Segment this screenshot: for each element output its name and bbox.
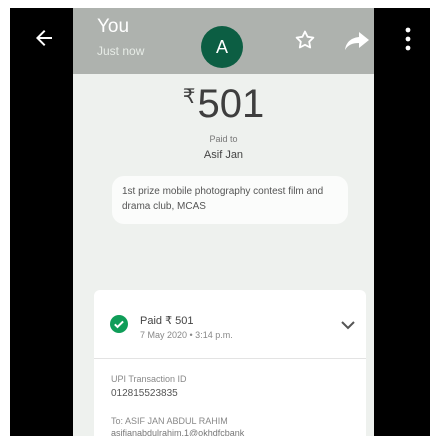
status-label: Paid ₹ 501: [140, 315, 194, 327]
payment-note: 1st prize mobile photography contest fil…: [112, 176, 348, 224]
page-title: You: [97, 16, 130, 37]
more-vert-icon[interactable]: [402, 26, 414, 52]
payee-name: Asif Jan: [203, 149, 244, 161]
check-circle-icon: [110, 315, 128, 333]
recipient-vpa: asifjanabdulrahim.1@okhdfcbank: [111, 428, 245, 436]
page-subtitle: Just now: [97, 44, 145, 58]
currency-symbol: ₹: [182, 86, 196, 108]
details-card: [94, 290, 366, 436]
chevron-down-icon[interactable]: [341, 320, 355, 330]
avatar[interactable]: A: [201, 26, 243, 68]
upi-transaction-id: 012815523835: [111, 388, 178, 399]
share-icon[interactable]: [343, 30, 371, 52]
back-arrow-icon[interactable]: [32, 26, 56, 50]
divider: [94, 358, 366, 359]
amount-value: 501: [197, 82, 265, 126]
screen-frame: You Just now A ₹501 Paid to Asif Jan 1st…: [10, 8, 430, 436]
status-datetime: 7 May 2020 • 3:14 p.m.: [140, 330, 233, 340]
upi-transaction-label: UPI Transaction ID: [111, 374, 187, 384]
amount-display: ₹501: [73, 82, 374, 127]
star-icon[interactable]: [293, 28, 317, 52]
recipient-label: To: ASIF JAN ABDUL RAHIM: [111, 416, 228, 426]
paid-to-label: Paid to: [209, 134, 238, 144]
app-bar: You Just now A: [10, 8, 430, 74]
